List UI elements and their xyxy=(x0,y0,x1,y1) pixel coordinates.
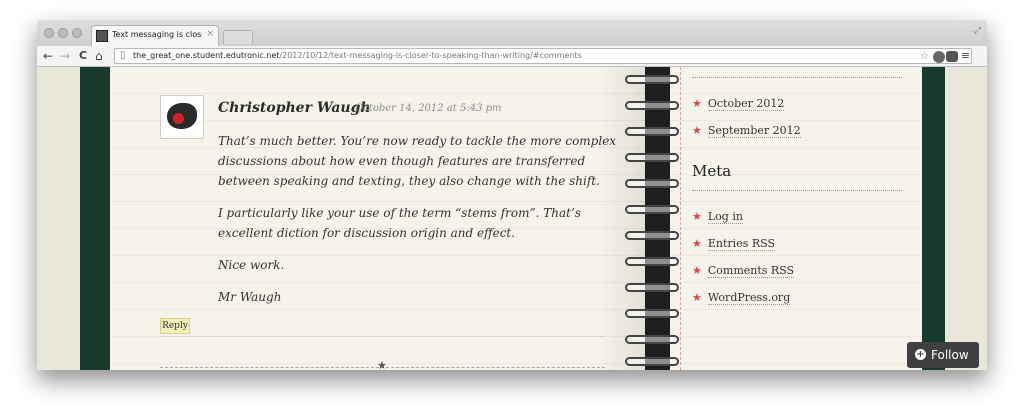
avatar-accent xyxy=(173,113,184,124)
browser-toolbar: ← → C ⌂ ▯ the_great_one.student.edutroni… xyxy=(37,46,987,67)
spiral-ring xyxy=(625,75,681,87)
archive-link-label[interactable]: October 2012 xyxy=(707,97,785,111)
comment-line: discussions about how even though featur… xyxy=(218,154,586,168)
zoom-window-button[interactable] xyxy=(72,28,82,38)
meta-link-wordpress-org[interactable]: ★ WordPress.org xyxy=(692,291,791,305)
star-bullet-icon: ★ xyxy=(692,291,702,304)
archive-link-october-2012[interactable]: ★ October 2012 xyxy=(692,97,785,111)
star-bullet-icon: ★ xyxy=(692,97,702,110)
archive-link-label[interactable]: September 2012 xyxy=(707,124,801,138)
sidebar-divider xyxy=(692,77,902,78)
comment-author[interactable]: Christopher Waugh xyxy=(218,100,371,116)
star-bullet-icon: ★ xyxy=(692,264,702,277)
reply-button[interactable]: Reply xyxy=(160,318,190,334)
bookmark-star-icon[interactable]: ☆ xyxy=(920,51,929,62)
menu-icon[interactable]: ≡ xyxy=(961,49,970,62)
address-bar[interactable]: ▯ the_great_one.student.edutronic.net/20… xyxy=(114,48,972,64)
meta-link-entries-rss[interactable]: ★ Entries RSS xyxy=(692,237,775,251)
tab-close-icon[interactable]: × xyxy=(206,29,214,39)
home-button[interactable]: ⌂ xyxy=(95,48,103,64)
site-favicon-icon xyxy=(96,30,108,42)
page-content: Christopher Waugh October 14, 2012 at 5:… xyxy=(37,67,987,370)
spiral-ring xyxy=(625,127,681,139)
pocket-icon[interactable] xyxy=(946,51,958,62)
url-path: /2012/10/12/text-messaging-is-closer-to-… xyxy=(279,51,582,60)
star-bullet-icon: ★ xyxy=(692,124,702,137)
comment-paragraph: Nice work. xyxy=(218,255,284,275)
spiral-ring xyxy=(625,335,681,347)
close-window-button[interactable] xyxy=(44,28,54,38)
spiral-ring xyxy=(625,283,681,295)
comment-line: Nice work. xyxy=(218,258,285,272)
star-bullet-icon: ★ xyxy=(692,237,702,250)
meta-link-label[interactable]: Entries RSS xyxy=(707,237,775,251)
spiral-ring xyxy=(625,357,681,369)
plus-circle-icon: + xyxy=(915,349,926,360)
browser-window: Text messaging is closer to × ⤢ ← → C ⌂ … xyxy=(37,20,987,370)
meta-link-label[interactable]: Log in xyxy=(707,210,743,224)
meta-link-label[interactable]: WordPress.org xyxy=(707,291,791,305)
tab-active[interactable]: Text messaging is closer to × xyxy=(91,25,219,46)
meta-divider xyxy=(692,190,902,191)
spiral-ring xyxy=(625,101,681,113)
page-icon: ▯ xyxy=(120,50,126,61)
new-tab-button[interactable] xyxy=(223,30,253,44)
spiral-ring xyxy=(625,257,681,269)
comment-line: excellent diction for discussion origin … xyxy=(218,226,516,240)
spiral-ring xyxy=(625,179,681,191)
url-text: the_great_one.student.edutronic.net/2012… xyxy=(133,51,582,60)
follow-label: Follow xyxy=(931,348,969,362)
forward-button[interactable]: → xyxy=(60,48,70,64)
meta-heading: Meta xyxy=(692,162,732,180)
comment-line: between speaking and texting, they also … xyxy=(218,174,600,188)
notebook-right-binding xyxy=(922,67,945,370)
comment-signature: Mr Waugh xyxy=(218,287,281,307)
star-bullet-icon: ★ xyxy=(692,210,702,223)
tab-strip: Text messaging is closer to × ⤢ xyxy=(37,20,987,46)
divider-star-icon: ★ xyxy=(377,359,387,370)
meta-link-log-in[interactable]: ★ Log in xyxy=(692,210,743,224)
spiral-ring xyxy=(625,153,681,165)
follow-button[interactable]: + Follow xyxy=(907,342,979,368)
reload-button[interactable]: C xyxy=(79,48,87,64)
comment-divider xyxy=(160,336,605,337)
spiral-rings xyxy=(625,67,685,370)
comment-line: Mr Waugh xyxy=(218,290,282,304)
fullscreen-icon[interactable]: ⤢ xyxy=(974,26,981,36)
meta-link-comments-rss[interactable]: ★ Comments RSS xyxy=(692,264,795,278)
extension-icon[interactable] xyxy=(933,51,945,63)
tab-title: Text messaging is closer to xyxy=(112,30,202,39)
commenter-avatar[interactable] xyxy=(160,95,204,139)
notebook-left-binding xyxy=(80,67,110,370)
minimize-window-button[interactable] xyxy=(58,28,68,38)
meta-link-label[interactable]: Comments RSS xyxy=(707,264,795,278)
back-button[interactable]: ← xyxy=(43,48,53,64)
comment-line: I particularly like your use of the term… xyxy=(218,206,581,220)
archive-link-september-2012[interactable]: ★ September 2012 xyxy=(692,124,801,138)
spiral-ring xyxy=(625,309,681,321)
comment-date[interactable]: October 14, 2012 at 5:43 pm xyxy=(355,103,502,114)
spiral-ring xyxy=(625,231,681,243)
spiral-ring xyxy=(625,205,681,217)
comment-paragraph: I particularly like your use of the term… xyxy=(218,203,581,243)
comment-line: That’s much better. You’re now ready to … xyxy=(218,134,617,148)
comment-paragraph: That’s much better. You’re now ready to … xyxy=(218,131,616,191)
url-host: the_great_one.student.edutronic.net xyxy=(133,51,280,60)
